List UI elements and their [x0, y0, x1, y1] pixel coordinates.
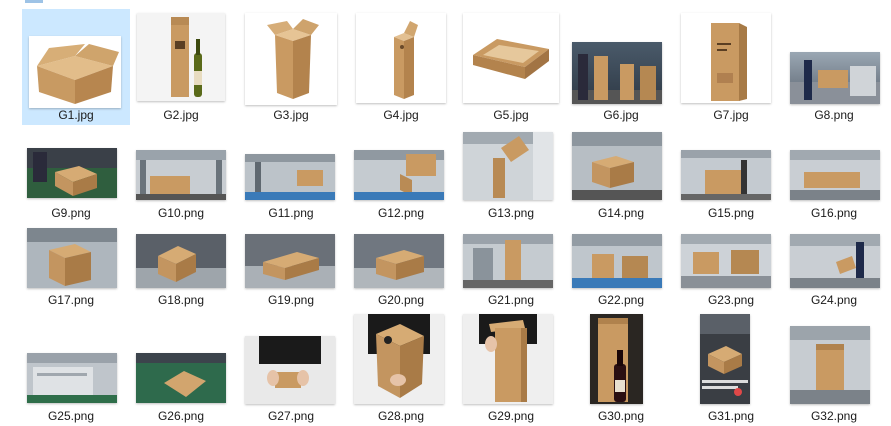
file-name: G18.png — [157, 293, 205, 307]
file-thumbnail — [354, 314, 444, 404]
file-tile[interactable]: G14.png — [567, 130, 675, 225]
file-name: G29.png — [487, 409, 535, 423]
file-name: G16.png — [810, 206, 858, 220]
file-tile[interactable]: G29.png — [457, 312, 565, 426]
file-name: G8.png — [814, 108, 854, 122]
top-edge — [0, 0, 891, 4]
file-thumbnail — [27, 228, 117, 288]
file-name: G27.png — [267, 409, 315, 423]
file-name: G6.jpg — [603, 108, 639, 122]
file-tile[interactable]: G17.png — [17, 226, 125, 311]
file-tile[interactable]: G30.png — [567, 312, 675, 426]
file-name: G31.png — [707, 409, 755, 423]
file-tile[interactable]: G23.png — [677, 226, 785, 311]
file-thumbnail — [790, 326, 870, 404]
file-tile[interactable]: G1.jpg — [22, 9, 130, 125]
file-name: G21.png — [487, 293, 535, 307]
file-name: G20.png — [377, 293, 425, 307]
file-thumbnail — [245, 336, 335, 404]
file-name: G1.jpg — [58, 108, 94, 122]
file-thumbnail — [572, 42, 662, 104]
file-tile[interactable]: G26.png — [127, 312, 235, 426]
file-thumbnail — [790, 234, 880, 288]
file-thumbnail — [27, 148, 117, 198]
file-tile[interactable]: G19.png — [237, 226, 345, 311]
file-thumbnail — [354, 234, 444, 288]
file-name: G30.png — [597, 409, 645, 423]
file-thumbnail — [29, 36, 121, 108]
file-thumbnail — [137, 13, 225, 101]
selection-edge — [25, 0, 43, 3]
file-thumbnail — [354, 150, 444, 200]
file-name: G26.png — [157, 409, 205, 423]
file-tile[interactable]: G22.png — [567, 226, 675, 311]
file-name: G11.png — [268, 206, 314, 220]
file-tile[interactable]: G15.png — [677, 130, 785, 225]
file-thumbnail — [463, 132, 553, 200]
file-tile[interactable]: G32.png — [780, 312, 888, 426]
file-name: G9.png — [51, 206, 91, 220]
file-thumbnail — [356, 13, 446, 103]
file-thumbnail — [681, 150, 771, 200]
file-tile[interactable]: G12.png — [347, 130, 455, 225]
file-name: G12.png — [377, 206, 425, 220]
file-tile[interactable]: G28.png — [347, 312, 455, 426]
file-thumbnail — [245, 13, 337, 105]
file-tile[interactable]: G10.png — [127, 130, 235, 225]
file-tile[interactable]: G16.png — [780, 130, 888, 225]
file-name: G7.jpg — [713, 108, 749, 122]
file-thumbnail — [681, 13, 771, 103]
file-thumbnail — [681, 234, 771, 288]
file-name: G17.png — [47, 293, 95, 307]
file-tile[interactable]: G3.jpg — [237, 9, 345, 125]
file-tile[interactable]: G11.png — [237, 130, 345, 225]
file-tile[interactable]: G20.png — [347, 226, 455, 311]
file-tile[interactable]: G4.jpg — [347, 9, 455, 125]
file-tile[interactable]: G18.png — [127, 226, 235, 311]
file-thumbnail — [136, 150, 226, 200]
file-thumbnail — [463, 314, 553, 404]
file-tile[interactable]: G9.png — [17, 130, 125, 225]
file-thumbnail — [463, 13, 559, 103]
file-thumbnail — [572, 132, 662, 200]
file-thumbnail — [245, 154, 335, 200]
file-name: G23.png — [707, 293, 755, 307]
file-tile[interactable]: G8.png — [780, 9, 888, 125]
file-tile[interactable]: G25.png — [17, 312, 125, 426]
file-name: G19.png — [267, 293, 315, 307]
file-tile[interactable]: G7.jpg — [677, 9, 785, 125]
file-tile[interactable]: G31.png — [677, 312, 785, 426]
file-thumbnail — [572, 234, 662, 288]
file-name: G14.png — [597, 206, 645, 220]
file-name: G4.jpg — [383, 108, 419, 122]
file-name: G32.png — [810, 409, 858, 423]
file-name: G2.jpg — [163, 108, 199, 122]
file-tile[interactable]: G5.jpg — [457, 9, 565, 125]
file-name: G25.png — [47, 409, 95, 423]
file-tile[interactable]: G13.png — [457, 130, 565, 225]
file-thumbnail — [590, 314, 643, 404]
file-thumbnail — [136, 234, 226, 288]
file-name: G28.png — [377, 409, 425, 423]
file-name: G13.png — [487, 206, 535, 220]
file-name: G24.png — [810, 293, 858, 307]
file-thumbnail — [790, 150, 880, 200]
file-tile[interactable]: G24.png — [780, 226, 888, 311]
file-name: G5.jpg — [493, 108, 529, 122]
file-thumbnail — [136, 353, 226, 403]
file-thumbnail — [27, 353, 117, 403]
file-name: G15.png — [707, 206, 755, 220]
file-thumbnail — [463, 234, 553, 288]
file-name: G3.jpg — [273, 108, 309, 122]
file-name: G10.png — [157, 206, 205, 220]
file-tile[interactable]: G21.png — [457, 226, 565, 311]
file-thumbnail — [700, 314, 750, 404]
file-tile[interactable]: G6.jpg — [567, 9, 675, 125]
file-thumbnail — [245, 234, 335, 288]
file-tile[interactable]: G27.png — [237, 312, 345, 426]
file-thumbnail — [790, 52, 880, 104]
file-name: G22.png — [597, 293, 645, 307]
file-tile[interactable]: G2.jpg — [127, 9, 235, 125]
